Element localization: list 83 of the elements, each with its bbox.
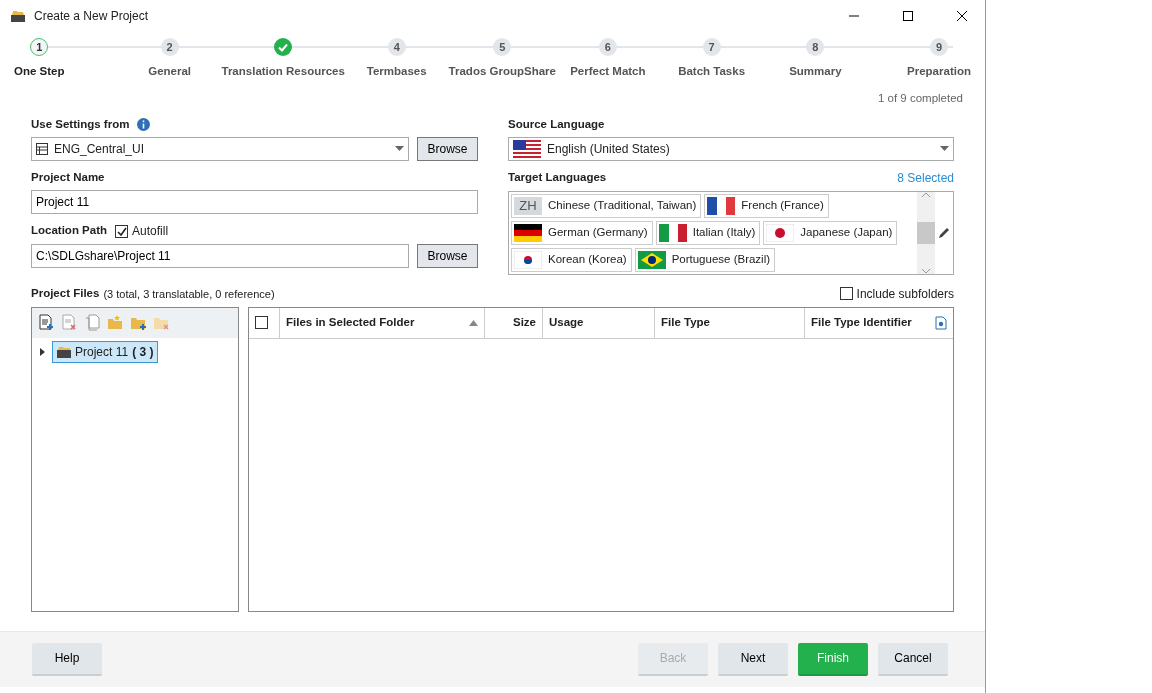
field-label: Source Language xyxy=(508,116,606,132)
language-chip[interactable]: German (Germany) xyxy=(511,220,653,245)
field-label: Location Path xyxy=(31,223,108,239)
field-label: Target Languages xyxy=(508,169,607,185)
settings-dropdown[interactable]: ENG_Central_UI xyxy=(31,136,409,161)
language-chip[interactable]: Portuguese (Brazil) xyxy=(634,247,776,272)
select-all-checkbox[interactable] xyxy=(255,316,268,330)
add-file-icon[interactable] xyxy=(38,314,55,332)
step-label[interactable]: Trados GroupShare xyxy=(448,63,556,81)
browse-button[interactable]: Browse xyxy=(417,136,478,161)
files-summary: (3 total, 3 translatable, 0 reference) xyxy=(103,286,276,302)
checkbox-label: Autofill xyxy=(132,223,169,240)
field-label: Project Name xyxy=(31,169,106,185)
scroll-up-icon xyxy=(922,191,930,197)
progress-text: 1 of 9 completed xyxy=(876,91,964,107)
check-icon xyxy=(116,226,127,236)
flag-icon xyxy=(637,250,666,269)
language-chip[interactable]: Italian (Italy) xyxy=(655,220,761,245)
template-icon xyxy=(36,142,48,155)
dialog-button[interactable]: Cancel xyxy=(878,642,948,676)
column-header[interactable]: Size xyxy=(485,307,543,338)
remove-file-icon[interactable] xyxy=(61,314,78,332)
language-code: ZH xyxy=(514,196,542,215)
language-chip[interactable]: ZH Chinese (Traditional, Taiwan) xyxy=(511,193,702,218)
step-label[interactable]: Preparation xyxy=(907,63,971,81)
file-settings-icon xyxy=(935,315,947,330)
language-chip[interactable]: Japanese (Japan) xyxy=(763,220,898,245)
step-label[interactable]: Batch Tasks xyxy=(678,63,746,81)
step-label[interactable]: Termbases xyxy=(366,63,427,81)
step-indicator[interactable]: 4 xyxy=(387,38,406,56)
browse-button[interactable]: Browse xyxy=(417,244,478,268)
step-indicator[interactable]: 9 xyxy=(930,38,948,56)
column-header[interactable]: File Type xyxy=(655,307,805,338)
window-title: Create a New Project xyxy=(34,8,150,25)
sort-ascending-icon xyxy=(469,319,478,326)
flag-icon xyxy=(514,250,542,269)
check-icon xyxy=(278,42,289,52)
caret-icon xyxy=(395,146,404,152)
selected-count: 8 Selected xyxy=(897,169,954,187)
flag-icon xyxy=(658,223,687,242)
scroll-down-icon xyxy=(922,268,930,274)
column-header[interactable]: File Type Identifier xyxy=(805,307,953,338)
column-header[interactable]: Usage xyxy=(543,307,655,338)
expand-arrow-icon[interactable] xyxy=(40,347,46,356)
step-indicator[interactable]: 5 xyxy=(493,38,512,56)
close-icon xyxy=(957,11,967,21)
source-language-dropdown[interactable]: English (United States) xyxy=(508,136,954,161)
step-label[interactable]: Perfect Match xyxy=(570,63,646,81)
language-chip[interactable]: Korean (Korea) xyxy=(511,247,632,272)
step-indicator[interactable] xyxy=(274,38,293,56)
flag-icon xyxy=(514,223,542,242)
section-label: Project Files xyxy=(31,286,100,302)
maximize-icon xyxy=(903,11,913,21)
step-label[interactable]: Translation Resources xyxy=(221,63,345,81)
folder-icon xyxy=(10,9,26,23)
step-label[interactable]: One Step xyxy=(14,63,65,81)
flag-icon xyxy=(766,223,795,242)
field-label: Use Settings from xyxy=(31,116,130,132)
flag-icon xyxy=(513,139,541,158)
language-chip[interactable]: French (France) xyxy=(704,193,829,218)
copy-file-icon[interactable] xyxy=(84,314,101,332)
scrollbar[interactable] xyxy=(917,191,935,274)
step-label[interactable]: General xyxy=(148,63,192,81)
tree-item[interactable]: Project 11 ( 3 ) xyxy=(52,340,159,363)
column-header[interactable]: Files in Selected Folder xyxy=(280,307,485,338)
location-path-field[interactable]: C:\SDLGshare\Project 11 xyxy=(31,244,409,268)
step-indicator[interactable]: 7 xyxy=(702,38,721,56)
caret-icon xyxy=(940,146,949,152)
autofill-checkbox[interactable] xyxy=(115,224,129,238)
dialog-button[interactable]: Next xyxy=(718,642,788,676)
folder-icon xyxy=(57,345,71,358)
step-indicator[interactable]: 1 xyxy=(30,38,49,56)
step-label[interactable]: Summary xyxy=(789,63,842,81)
checkbox-label: Include subfolders xyxy=(856,285,954,303)
step-indicator[interactable]: 2 xyxy=(160,38,179,56)
flag-icon xyxy=(707,196,736,215)
subfolders-checkbox[interactable] xyxy=(839,287,853,301)
step-indicator[interactable]: 8 xyxy=(806,38,825,56)
dialog-button[interactable]: Help xyxy=(32,642,102,676)
project-name-field[interactable]: Project 11 xyxy=(31,190,478,214)
step-indicator[interactable]: 6 xyxy=(598,38,617,56)
info-icon xyxy=(137,117,151,131)
pencil-icon xyxy=(937,225,951,240)
